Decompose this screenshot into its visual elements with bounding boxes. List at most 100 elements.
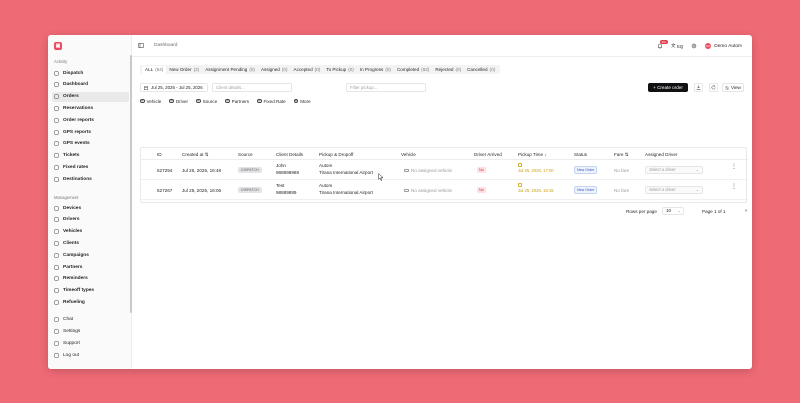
sidebar-item-partners[interactable]: Partners	[52, 262, 129, 272]
col-driver-arrived[interactable]: Driver Arrived	[474, 152, 502, 157]
tab-completed[interactable]: Completed (62)	[394, 66, 432, 74]
sidebar-item-drivers[interactable]: Drivers	[52, 215, 129, 225]
tab-count: (2)	[193, 66, 200, 72]
tab-count: (0)	[455, 66, 462, 72]
chat-icon	[54, 316, 59, 322]
col-vehicle[interactable]: Vehicle	[401, 152, 416, 157]
filter-chip-source[interactable]: + Source	[196, 99, 217, 104]
col-id[interactable]: ID	[157, 152, 162, 157]
sidebar-item-settings[interactable]: Settings	[52, 326, 129, 336]
refresh-icon	[711, 85, 716, 90]
calendar-icon	[144, 85, 148, 90]
col-client-details[interactable]: Client Details	[276, 152, 303, 157]
created-at: Jul 25, 2026, 16:48	[182, 168, 222, 173]
tab-label: New Order	[169, 66, 192, 72]
sidebar-item-dashboard[interactable]: Dashboard	[52, 80, 129, 90]
user-menu[interactable]: DA Demo Autom	[705, 43, 742, 49]
tab-count: (0)	[348, 66, 354, 72]
col-assigned-driver[interactable]: Assigned Driver	[645, 152, 677, 157]
tab-all[interactable]: ALL (64)	[142, 65, 167, 74]
more-actions-icon[interactable]: ⋮	[731, 164, 737, 170]
driver-arrived-badge: No	[477, 187, 486, 193]
plus-circle-icon: +	[169, 98, 174, 104]
col-fare[interactable]: Fare ⇅	[614, 152, 629, 158]
tab-cancelled[interactable]: Cancelled (0)	[464, 66, 498, 74]
settings-gear-icon[interactable]	[691, 43, 697, 49]
pickup-location: Autom	[319, 163, 333, 168]
rows-per-page-select[interactable]: 10 ⌄	[662, 207, 684, 215]
filter-chip-fixed-rate[interactable]: + Fixed Rate	[257, 99, 286, 104]
create-order-button[interactable]: + Create order	[648, 83, 688, 92]
sidebar-item-campaigns[interactable]: Campaigns	[52, 250, 129, 260]
app-logo[interactable]: ▣	[54, 42, 62, 50]
sidebar-item-devices[interactable]: Devices	[52, 203, 129, 213]
driver-arrived-cell: No	[477, 167, 486, 173]
tab-count: (0)	[385, 66, 391, 72]
sidebar-item-reservations[interactable]: Reservations	[52, 103, 129, 113]
tab-accepted[interactable]: Accepted (0)	[291, 66, 324, 74]
tab-assignment-pending[interactable]: Assignment Pending (0)	[202, 66, 258, 74]
sidebar-item-gps-reports[interactable]: GPS reports	[52, 127, 129, 137]
sidebar-item-tickets[interactable]: Tickets	[52, 151, 129, 161]
sidebar-item-label: Vehicles	[63, 229, 83, 235]
assign-driver-select[interactable]: Select a driver ⌄	[645, 166, 703, 174]
client-phone: 98889889	[276, 190, 297, 195]
client-details-input[interactable]	[212, 83, 292, 92]
created-at: Jul 25, 2026, 16:06	[182, 188, 222, 193]
sidebar-item-support[interactable]: Support	[52, 338, 129, 348]
table-row[interactable]: 527294 Jul 25, 2026, 16:48 DISPATCH John 988…	[141, 160, 748, 180]
dispatch-icon	[54, 70, 59, 76]
client-name: John	[276, 163, 286, 168]
sidebar-item-timeoff-types[interactable]: Timeoff types	[52, 286, 129, 296]
filter-chip-partners[interactable]: + Partners	[225, 99, 249, 104]
filter-chip-vehicle[interactable]: + Vehicle	[140, 99, 161, 104]
sidebar-item-destinations[interactable]: Destinations	[52, 174, 129, 184]
sidebar-item-clients[interactable]: Clients	[52, 238, 129, 248]
sidebar-item-reminders[interactable]: Reminders	[52, 274, 129, 284]
col-source[interactable]: Source	[238, 152, 253, 157]
section-label-management: Management	[54, 195, 79, 200]
sidebar-item-order-reports[interactable]: Order reports	[52, 115, 129, 125]
sidebar-item-refueling[interactable]: Refueling	[52, 297, 129, 307]
language-switcher[interactable]: 文 SQ	[671, 43, 683, 49]
assign-driver-select[interactable]: Select a driver ⌄	[645, 186, 703, 194]
sidebar-item-fixed-rates[interactable]: Fixed rates	[52, 162, 129, 172]
sidebar-item-log-out[interactable]: Log out	[52, 350, 129, 360]
client-icon	[54, 241, 59, 246]
col-pickup-time[interactable]: Pickup Time ↓	[518, 152, 547, 157]
vehicle-text: No assigned vehicle	[411, 168, 453, 173]
date-range-picker[interactable]: Jul 25, 2026 - Jul 25, 2026	[140, 83, 208, 92]
filter-chip-more[interactable]: + More	[293, 98, 311, 104]
sidebar-item-vehicles[interactable]: Vehicles	[52, 227, 129, 237]
sidebar-item-chat[interactable]: Chat	[52, 314, 129, 324]
view-options-button[interactable]: View	[722, 83, 744, 92]
sidebar-item-orders[interactable]: Orders	[52, 91, 129, 102]
tab-rejected[interactable]: Rejected (0)	[432, 66, 464, 74]
tab-assigned[interactable]: Assigned (0)	[258, 66, 291, 74]
table-row[interactable]: 527267 Jul 25, 2026, 16:06 DISPATCH Test 988…	[141, 180, 748, 200]
tab-to-pickup[interactable]: To Pickup (0)	[323, 66, 357, 74]
driver-arrived-cell: No	[477, 187, 486, 193]
refresh-button[interactable]	[709, 83, 718, 92]
campaign-icon	[54, 252, 59, 258]
sidebar-item-gps-events[interactable]: GPS events	[52, 139, 129, 149]
col-created-at[interactable]: Created at ⇅	[182, 152, 209, 158]
tab-in-progress[interactable]: In Progress (0)	[357, 66, 394, 74]
sidebar-item-label: Dispatch	[63, 70, 84, 76]
filter-chip-label: More	[300, 98, 311, 104]
first-page-button[interactable]: «	[742, 207, 750, 215]
sidebar-toggle-icon[interactable]	[138, 43, 144, 48]
pickup-filter-input[interactable]	[346, 83, 426, 92]
report-icon	[54, 117, 59, 123]
filter-chip-driver[interactable]: + Driver	[169, 99, 188, 104]
col-pickup-dropoff[interactable]: Pickup & Dropoff	[319, 152, 353, 157]
download-button[interactable]	[694, 83, 703, 92]
sidebar-scrollbar[interactable]	[130, 55, 132, 313]
vehicle-cell: No assigned vehicle	[404, 168, 452, 173]
col-status[interactable]: Status	[574, 152, 587, 157]
tab-label: Rejected	[435, 66, 454, 72]
sidebar-item-dispatch[interactable]: Dispatch	[52, 68, 129, 78]
more-actions-icon[interactable]: ⋮	[731, 184, 737, 190]
tab-new-order[interactable]: New Order (2)	[166, 66, 202, 74]
notification-button[interactable]: 10+	[657, 40, 669, 49]
